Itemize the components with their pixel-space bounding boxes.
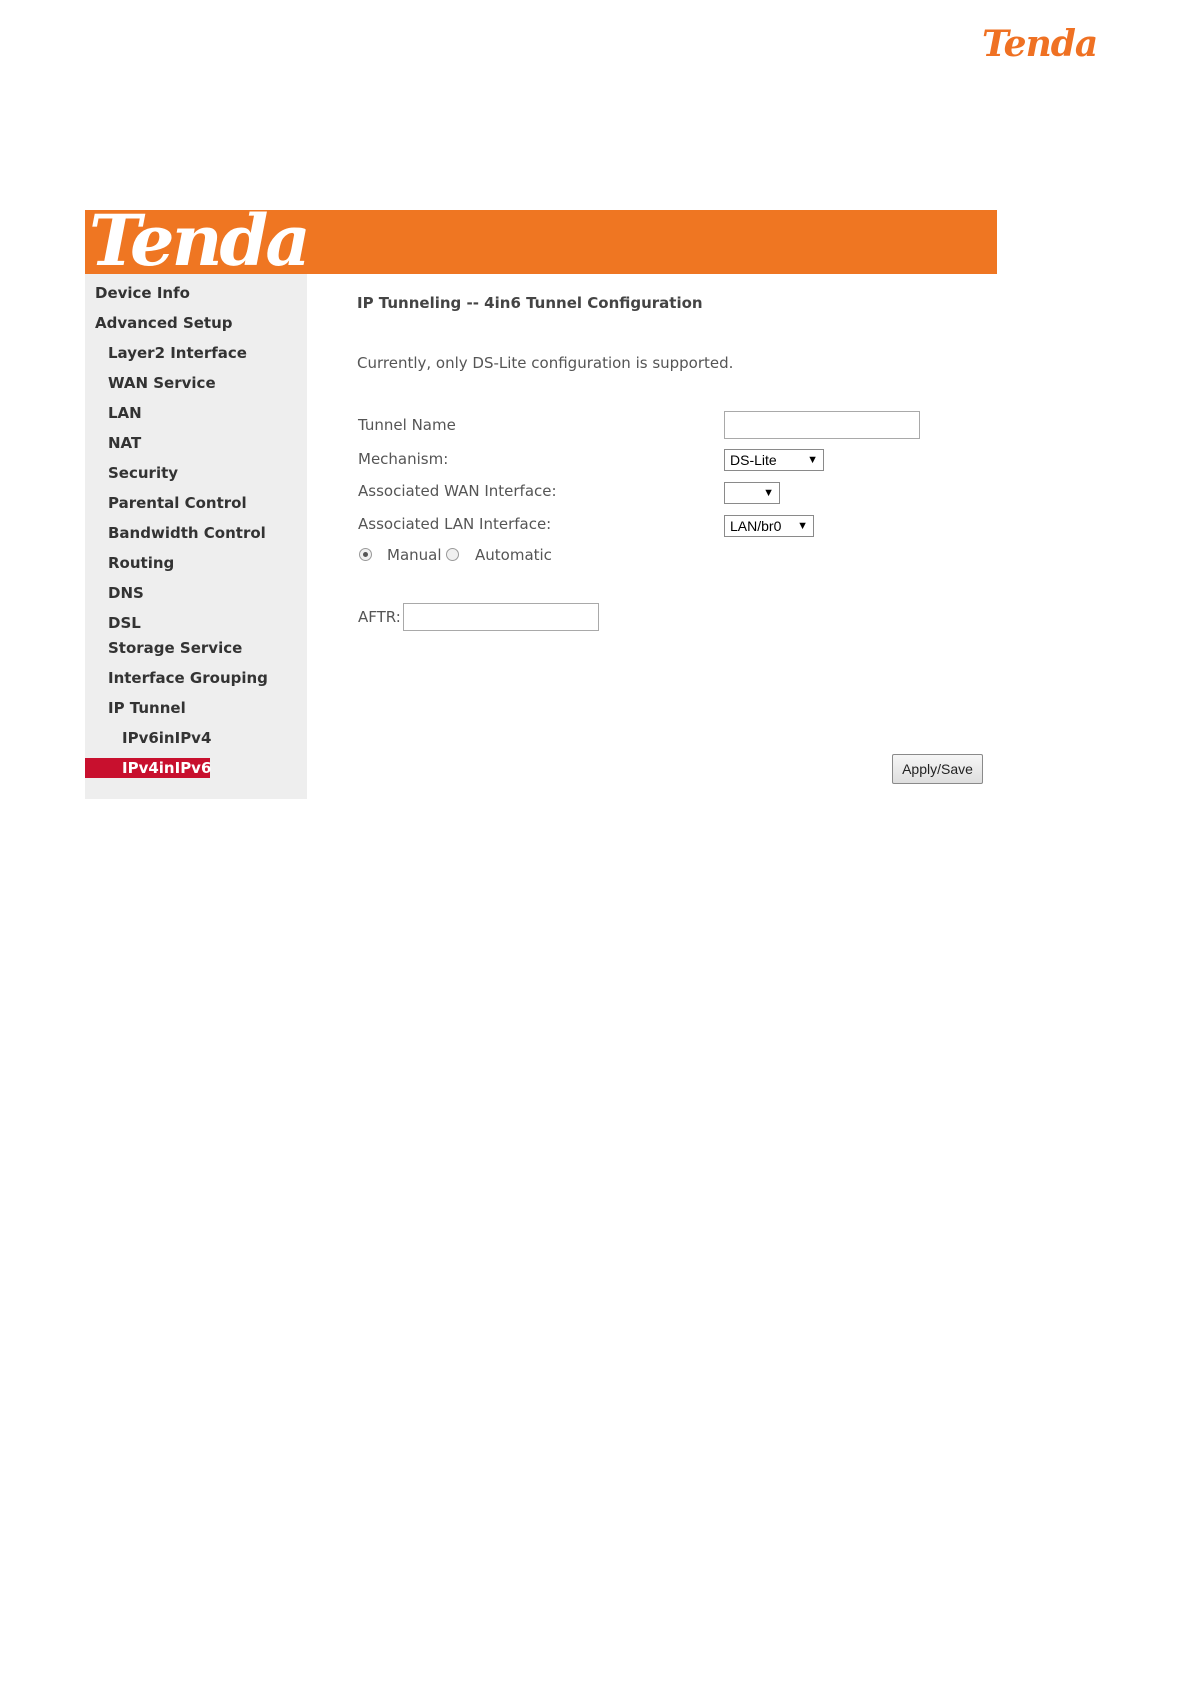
mechanism-selected-value: DS-Lite — [730, 452, 777, 468]
sidebar-item-dns[interactable]: DNS — [108, 583, 144, 603]
page-title: IP Tunneling -- 4in6 Tunnel Configuratio… — [357, 294, 703, 312]
sidebar-item-storage-service[interactable]: Storage Service — [108, 638, 242, 658]
wan-interface-select[interactable]: ▼ — [724, 482, 780, 504]
aftr-label: AFTR: — [358, 608, 401, 626]
sidebar-item-ipv6inipv4[interactable]: IPv6inIPv4 — [122, 728, 211, 748]
sidebar-item-bandwidth-control[interactable]: Bandwidth Control — [108, 523, 266, 543]
sidebar-item-dsl[interactable]: DSL — [108, 613, 141, 633]
dropdown-arrow-icon: ▼ — [763, 487, 774, 499]
dropdown-arrow-icon: ▼ — [797, 520, 808, 532]
aftr-input[interactable] — [403, 603, 599, 631]
automatic-radio[interactable] — [446, 548, 459, 561]
wan-interface-label: Associated WAN Interface: — [358, 482, 557, 500]
sidebar-item-ip-tunnel[interactable]: IP Tunnel — [108, 698, 186, 718]
lan-interface-selected-value: LAN/br0 — [730, 518, 782, 534]
sidebar-item-ipv4inipv6[interactable]: IPv4inIPv6 — [85, 758, 211, 778]
lan-interface-label: Associated LAN Interface: — [358, 515, 552, 533]
support-note: Currently, only DS-Lite configuration is… — [357, 354, 734, 372]
header-banner: Tenda — [85, 206, 997, 276]
tunnel-name-label: Tunnel Name — [358, 416, 456, 434]
sidebar-nav: Device Info Advanced Setup Layer2 Interf… — [85, 274, 307, 799]
main-content: IP Tunneling -- 4in6 Tunnel Configuratio… — [357, 274, 997, 799]
lan-interface-select[interactable]: LAN/br0 ▼ — [724, 515, 814, 537]
manual-radio[interactable] — [359, 548, 372, 561]
sidebar-item-routing[interactable]: Routing — [108, 553, 174, 573]
tenda-page-logo: Tenda — [982, 23, 1098, 65]
automatic-radio-label: Automatic — [475, 546, 552, 564]
sidebar-item-lan[interactable]: LAN — [108, 403, 142, 423]
apply-save-button[interactable]: Apply/Save — [892, 754, 983, 784]
sidebar-item-parental-control[interactable]: Parental Control — [108, 493, 247, 513]
sidebar-item-layer2-interface[interactable]: Layer2 Interface — [108, 343, 247, 363]
sidebar-item-device-info[interactable]: Device Info — [95, 283, 190, 303]
sidebar-item-security[interactable]: Security — [108, 463, 178, 483]
sidebar-item-nat[interactable]: NAT — [108, 433, 141, 453]
dropdown-arrow-icon: ▼ — [807, 454, 818, 466]
tunnel-name-input[interactable] — [724, 411, 920, 439]
manual-radio-label: Manual — [387, 546, 442, 564]
mechanism-label: Mechanism: — [358, 450, 449, 468]
mechanism-select[interactable]: DS-Lite ▼ — [724, 449, 824, 471]
sidebar-item-interface-grouping[interactable]: Interface Grouping — [108, 668, 268, 688]
sidebar-item-wan-service[interactable]: WAN Service — [108, 373, 216, 393]
sidebar-item-advanced-setup[interactable]: Advanced Setup — [95, 313, 233, 333]
tenda-banner-logo: Tenda — [89, 199, 311, 282]
